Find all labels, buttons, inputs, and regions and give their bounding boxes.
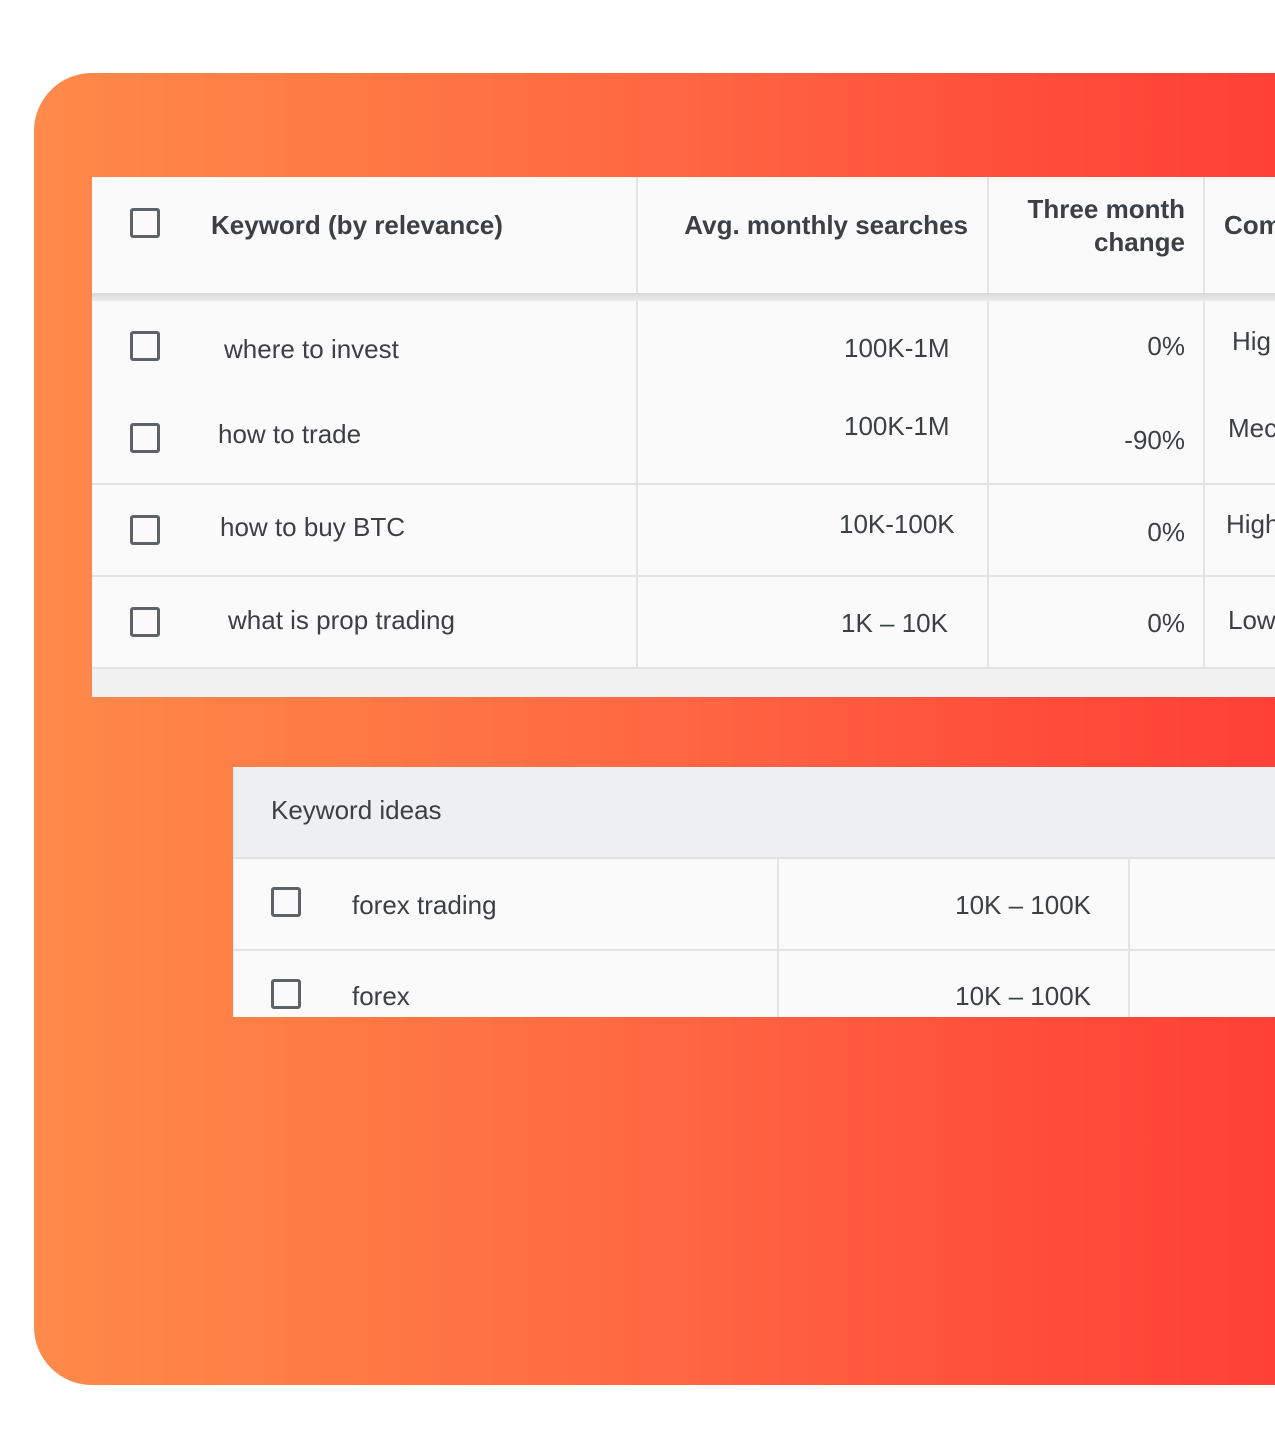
header-avg-monthly-searches[interactable]: Avg. monthly searches — [640, 210, 968, 241]
column-divider — [987, 577, 989, 667]
change-cell: 0% — [1147, 517, 1185, 547]
change-cell: -90% — [1124, 425, 1185, 455]
column-divider — [636, 485, 638, 575]
keyword-ideas-title: Keyword ideas — [271, 795, 442, 825]
searches-cell: 100K-1M — [844, 333, 950, 363]
column-divider — [1203, 485, 1205, 575]
row-checkbox[interactable] — [130, 423, 160, 453]
competition-cell: Hig — [1232, 326, 1272, 356]
table-row[interactable]: where to invest 100K-1M 0% Hig — [92, 301, 1275, 395]
table-header-row: Keyword (by relevance) Avg. monthly sear… — [92, 177, 1275, 293]
keyword-cell: what is prop trading — [228, 605, 455, 635]
change-cell: 0% — [1147, 331, 1185, 361]
column-divider — [636, 177, 638, 293]
competition-cell: High — [1226, 509, 1275, 539]
column-divider — [1128, 951, 1130, 1017]
row-checkbox[interactable] — [271, 979, 301, 1009]
column-divider — [1128, 859, 1130, 949]
row-checkbox[interactable] — [130, 607, 160, 637]
column-divider — [1203, 393, 1205, 483]
row-checkbox[interactable] — [271, 887, 301, 917]
column-divider — [777, 951, 779, 1017]
competition-cell: Mec — [1228, 413, 1275, 443]
column-divider — [987, 485, 989, 575]
keyword-cell: forex trading — [352, 890, 497, 920]
column-divider — [1203, 177, 1205, 293]
header-three-month-change[interactable]: Three month change — [992, 194, 1185, 258]
searches-cell: 10K-100K — [839, 509, 955, 539]
column-divider — [636, 577, 638, 667]
header-three-month-change-line1: Three month — [1027, 194, 1185, 224]
row-checkbox[interactable] — [130, 515, 160, 545]
header-keyword[interactable]: Keyword (by relevance) — [211, 210, 503, 241]
searches-cell: 10K – 100K — [955, 981, 1091, 1011]
change-cell: 0% — [1147, 608, 1185, 638]
searches-cell: 100K-1M — [844, 411, 950, 441]
keyword-cell: how to trade — [218, 419, 362, 449]
column-divider — [777, 859, 779, 949]
keyword-cell: forex — [352, 981, 410, 1011]
keyword-cell: how to buy BTC — [220, 512, 405, 542]
column-divider — [1203, 577, 1205, 667]
list-item[interactable]: forex 10K – 100K — [233, 949, 1275, 1017]
column-divider — [987, 393, 989, 483]
searches-cell: 1K – 10K — [841, 608, 948, 638]
header-separator — [92, 293, 1275, 301]
header-three-month-change-line2: change — [1093, 227, 1185, 257]
select-all-checkbox[interactable] — [130, 208, 160, 238]
row-checkbox[interactable] — [130, 331, 160, 361]
keyword-cell: where to invest — [224, 334, 399, 364]
column-divider — [1203, 301, 1205, 393]
keyword-ideas-header: Keyword ideas — [233, 767, 1275, 857]
header-competition[interactable]: Com — [1224, 210, 1275, 241]
column-divider — [987, 177, 989, 293]
keyword-ideas-panel: Keyword ideas forex trading 10K – 100K f… — [233, 767, 1275, 1017]
competition-cell: Low — [1228, 605, 1275, 635]
table-row[interactable]: what is prop trading 1K – 10K 0% Low — [92, 577, 1275, 669]
table-row[interactable]: how to trade 100K-1M -90% Mec — [92, 393, 1275, 485]
column-divider — [636, 301, 638, 393]
list-item[interactable]: forex trading 10K – 100K — [233, 857, 1275, 949]
column-divider — [636, 393, 638, 483]
table-row[interactable]: how to buy BTC 10K-100K 0% High — [92, 485, 1275, 577]
column-divider — [987, 301, 989, 393]
keyword-table: Keyword (by relevance) Avg. monthly sear… — [92, 177, 1275, 697]
searches-cell: 10K – 100K — [955, 890, 1091, 920]
